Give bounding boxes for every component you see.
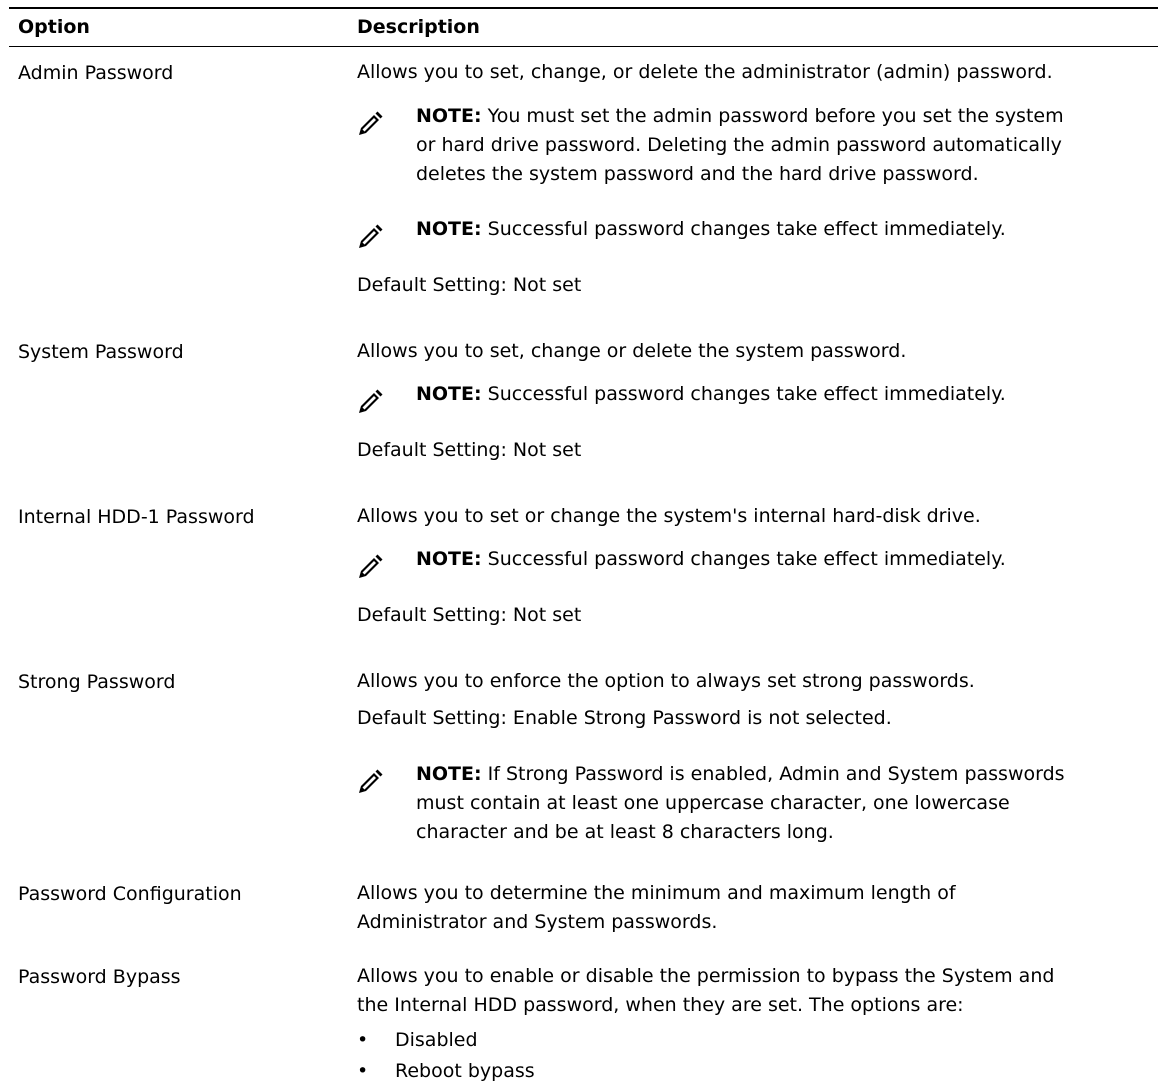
option-column-header: Option	[18, 16, 90, 38]
strong-password-description: Allows you to enforce the option to alwa…	[357, 670, 975, 692]
note-pencil-icon	[357, 224, 383, 250]
description-line: the Internal HDD password, when they are…	[357, 994, 964, 1016]
option-password-bypass: Password Bypass	[18, 966, 181, 988]
note-text: or hard drive password. Deleting the adm…	[416, 134, 1062, 156]
note-text: If Strong Password is enabled, Admin and…	[487, 763, 1065, 785]
system-password-description: Allows you to set, change or delete the …	[357, 340, 907, 362]
note-label: NOTE:	[416, 105, 482, 127]
option-internal-hdd-1-password: Internal HDD-1 Password	[18, 506, 255, 528]
table-top-rule	[9, 7, 1158, 9]
note-text: character and be at least 8 characters l…	[416, 821, 834, 843]
description-line: Allows you to determine the minimum and …	[357, 882, 956, 904]
description-line: Administrator and System passwords.	[357, 911, 718, 933]
internal-hdd-password-description: Allows you to set or change the system's…	[357, 505, 981, 527]
note-pencil-icon	[357, 554, 383, 580]
note-pencil-icon	[357, 389, 383, 415]
note-pencil-icon	[357, 111, 383, 137]
option-system-password: System Password	[18, 341, 184, 363]
note-text: Successful password changes take effect …	[487, 548, 1006, 570]
bypass-option-list-item: • Reboot bypass	[357, 1060, 535, 1082]
system-password-default: Default Setting: Not set	[357, 439, 582, 461]
strong-password-default: Default Setting: Enable Strong Password …	[357, 707, 892, 729]
note-text: deletes the system password and the hard…	[416, 163, 979, 185]
option-password-configuration: Password Configuration	[18, 883, 242, 905]
internal-hdd-password-default: Default Setting: Not set	[357, 604, 582, 626]
note-pencil-icon	[357, 769, 383, 795]
description-line: Allows you to enable or disable the perm…	[357, 965, 1055, 987]
bullet-icon: •	[357, 1029, 369, 1051]
note-label: NOTE:	[416, 218, 482, 240]
bullet-text: Disabled	[395, 1029, 478, 1051]
note-label: NOTE:	[416, 763, 482, 785]
note-text: You must set the admin password before y…	[487, 105, 1064, 127]
password-configuration-description: Allows you to determine the minimum and …	[357, 879, 956, 937]
password-bypass-description: Allows you to enable or disable the perm…	[357, 962, 1054, 1020]
note-label: NOTE:	[416, 383, 482, 405]
note-label: NOTE:	[416, 548, 482, 570]
bypass-option-list-item: • Disabled	[357, 1029, 478, 1051]
bullet-icon: •	[357, 1060, 369, 1082]
note-text: Successful password changes take effect …	[487, 218, 1006, 240]
bullet-text: Reboot bypass	[395, 1060, 535, 1082]
admin-password-default: Default Setting: Not set	[357, 274, 582, 296]
option-strong-password: Strong Password	[18, 671, 176, 693]
option-admin-password: Admin Password	[18, 62, 174, 84]
header-rule	[9, 46, 1158, 47]
description-column-header: Description	[357, 16, 480, 38]
note-text: Successful password changes take effect …	[487, 383, 1006, 405]
note-text: must contain at least one uppercase char…	[416, 792, 1010, 814]
admin-password-description: Allows you to set, change, or delete the…	[357, 61, 1053, 83]
